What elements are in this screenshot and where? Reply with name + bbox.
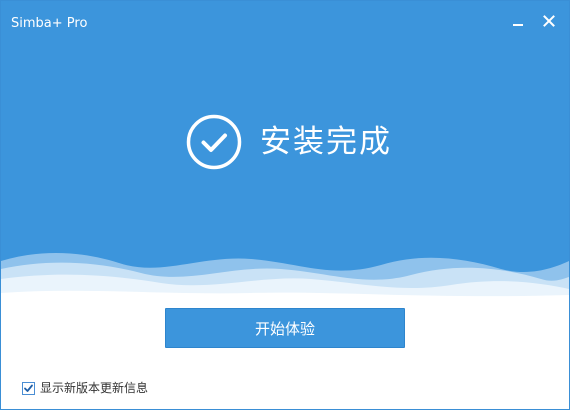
minimize-button[interactable] xyxy=(507,10,529,32)
installer-window: Simba+ Pro 安装完成 开始体验 显示新版本更新信息 xyxy=(0,0,570,410)
show-update-info-label: 显示新版本更新信息 xyxy=(40,381,149,395)
install-status: 安装完成 xyxy=(186,114,392,170)
minimize-icon xyxy=(513,24,523,26)
close-button[interactable] xyxy=(538,10,560,32)
show-update-info-checkbox[interactable] xyxy=(22,381,35,395)
install-complete-text: 安装完成 xyxy=(260,124,392,160)
check-circle-icon xyxy=(186,114,242,170)
show-update-info-option[interactable]: 显示新版本更新信息 xyxy=(22,379,148,397)
checkmark-icon xyxy=(24,384,33,392)
title-bar: Simba+ Pro xyxy=(1,1,569,41)
close-icon xyxy=(543,15,555,27)
window-title: Simba+ Pro xyxy=(11,16,88,31)
start-experience-button[interactable]: 开始体验 xyxy=(165,308,405,348)
